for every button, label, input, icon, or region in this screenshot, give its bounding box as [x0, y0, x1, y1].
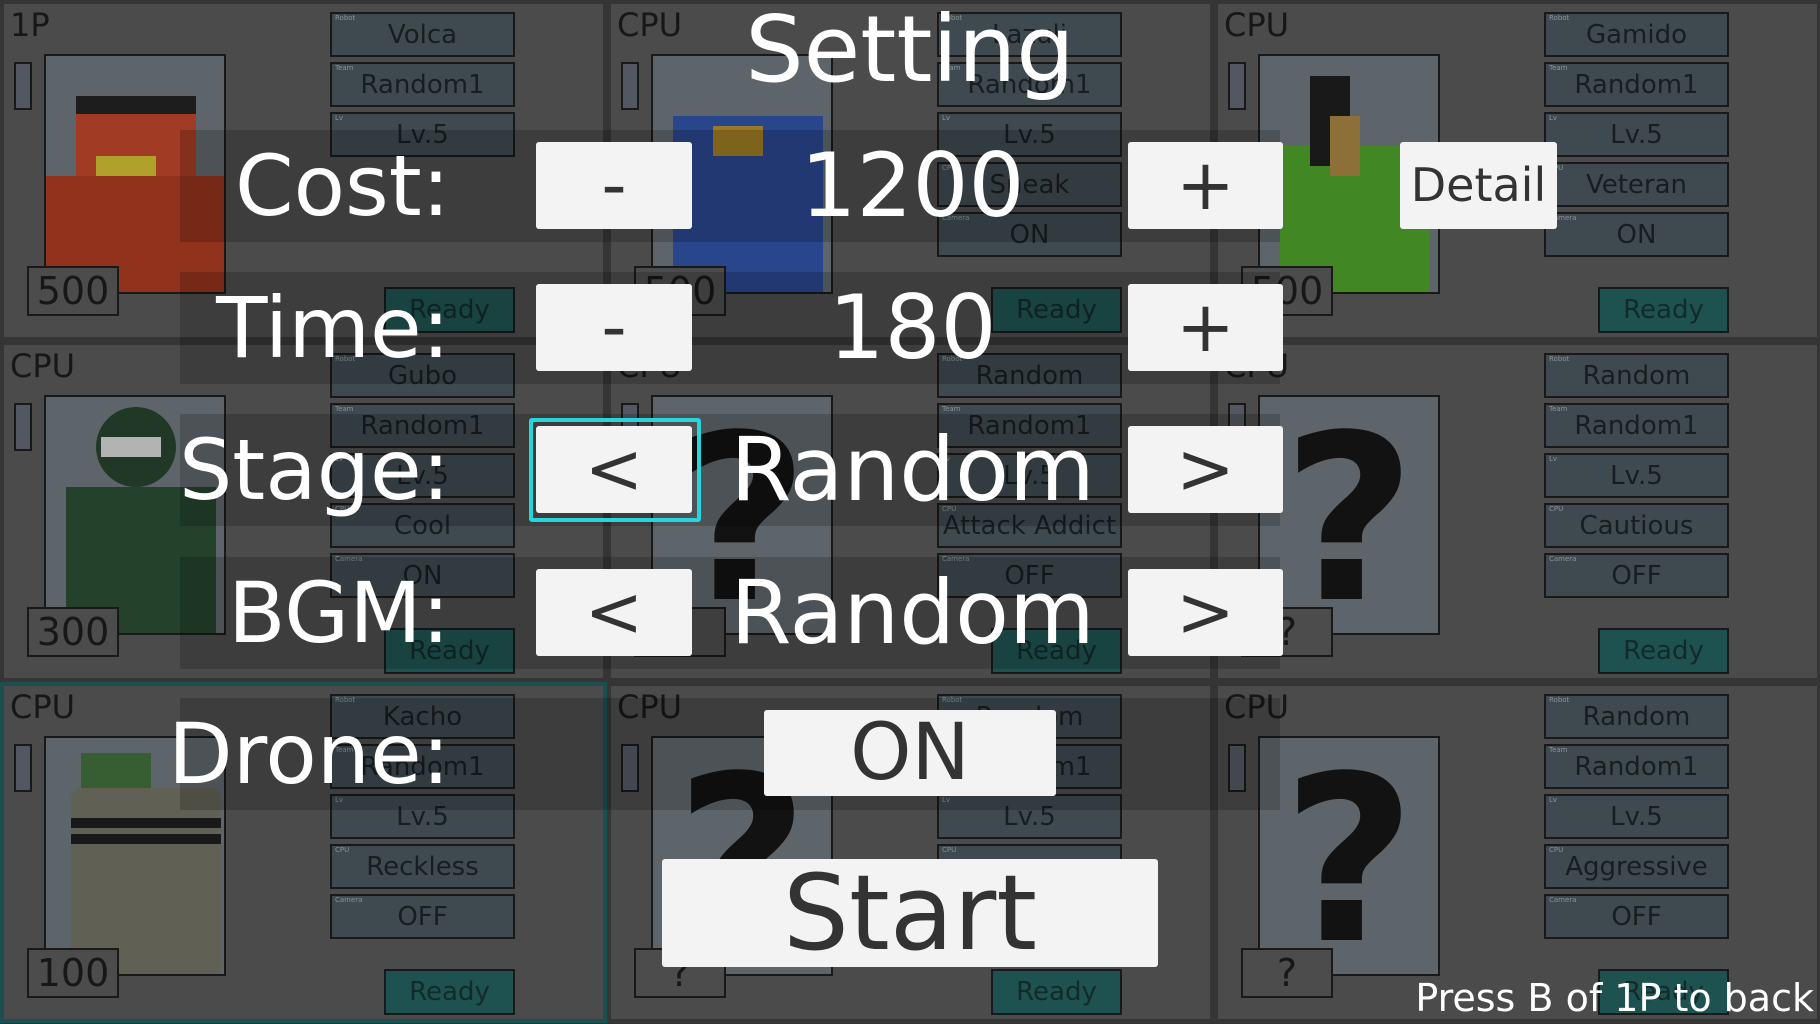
cost-label: Cost: [234, 137, 450, 235]
focus-highlight [529, 418, 701, 522]
start-button[interactable]: Start [662, 859, 1158, 967]
time-label: Time: [216, 279, 450, 377]
detail-button[interactable]: Detail [1400, 142, 1557, 229]
stage-next-button[interactable]: > [1128, 426, 1283, 513]
settings-title: Setting [745, 0, 1075, 103]
cost-decrease-button[interactable]: - [536, 142, 692, 229]
time-increase-button[interactable]: + [1128, 284, 1283, 371]
stage-label: Stage: [178, 421, 450, 519]
time-value: 180 [828, 276, 997, 379]
bgm-prev-button[interactable]: < [536, 569, 692, 656]
time-decrease-button[interactable]: - [536, 284, 692, 371]
back-hint: Press B of 1P to back [1415, 976, 1814, 1020]
bgm-label: BGM: [227, 564, 450, 662]
drone-toggle-button[interactable]: ON [764, 710, 1056, 796]
bgm-next-button[interactable]: > [1128, 569, 1283, 656]
stage-value: Random [730, 418, 1095, 521]
drone-label: Drone: [168, 705, 450, 803]
cost-increase-button[interactable]: + [1128, 142, 1283, 229]
bgm-value: Random [730, 561, 1095, 664]
cost-value: 1200 [800, 134, 1025, 237]
